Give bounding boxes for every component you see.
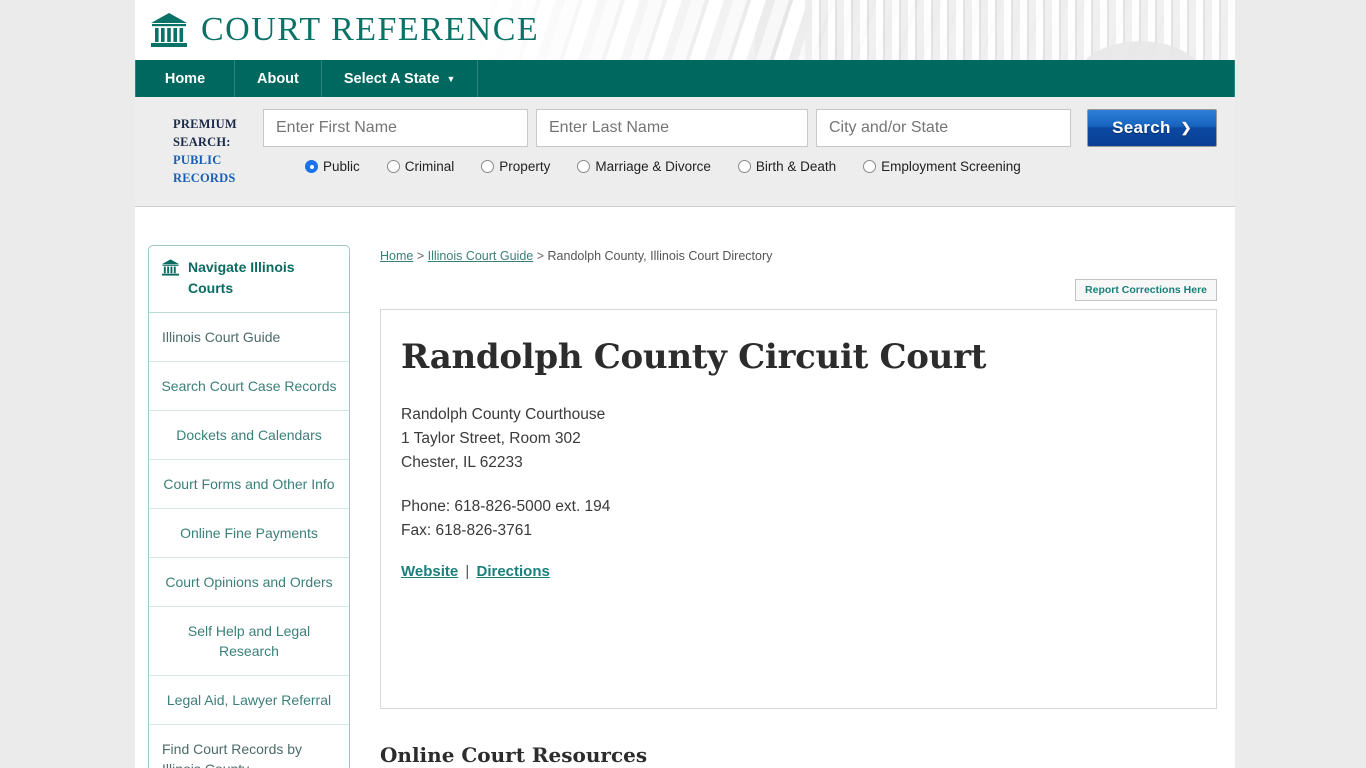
sidebar-item-dockets-and-calendars[interactable]: Dockets and Calendars <box>149 411 349 460</box>
courthouse-icon <box>149 10 189 50</box>
nav-label: About <box>257 70 299 87</box>
radio-option-criminal[interactable]: Criminal <box>386 159 455 174</box>
radio-option-employment-screening[interactable]: Employment Screening <box>863 159 1021 174</box>
nav-item-select-a-state[interactable]: Select A State ▼ <box>322 60 479 97</box>
sidebar-item-label: Search Court Case Records <box>161 378 337 394</box>
search-button[interactable]: Search ❯ <box>1087 109 1217 147</box>
sidebar-item-search-court-case-records[interactable]: Search Court Case Records <box>149 362 349 411</box>
website-link[interactable]: Website <box>401 563 458 580</box>
radio-dot[interactable] <box>863 160 877 173</box>
sidebar-item-legal-aid-lawyer-referral[interactable]: Legal Aid, Lawyer Referral <box>149 676 349 725</box>
sidebar-item-court-forms-and-other-info[interactable]: Court Forms and Other Info <box>149 460 349 509</box>
radio-label: Marriage & Divorce <box>595 159 711 174</box>
directions-link[interactable]: Directions <box>477 563 550 580</box>
sidebar-item-self-help-and-legal-research[interactable]: Self Help and Legal Research <box>149 607 349 676</box>
breadcrumb-home-link[interactable]: Home <box>380 249 413 263</box>
radio-label: Employment Screening <box>881 159 1021 174</box>
radio-label: Criminal <box>404 159 455 174</box>
radio-label: Property <box>499 159 551 174</box>
nav-item-home[interactable]: Home <box>135 60 235 97</box>
nav-label: Select A State <box>343 70 440 87</box>
premium-search-label: PREMIUM SEARCH: PUBLIC RECORDS <box>173 109 263 206</box>
radio-option-birth-death[interactable]: Birth & Death <box>737 159 837 174</box>
page-content: Navigate Illinois Courts Illinois Court … <box>135 207 1235 768</box>
link-separator: | <box>465 563 470 580</box>
court-street: 1 Taylor Street, Room 302 <box>401 430 581 447</box>
nav-spacer <box>478 60 1235 97</box>
main-column: Home > Illinois Court Guide > Randolph C… <box>350 207 1235 767</box>
site-title: COURT REFERENCE <box>201 11 540 48</box>
radio-dot[interactable] <box>386 160 400 173</box>
court-city-state-zip: Chester, IL 62233 <box>401 454 523 471</box>
navigate-courts-panel: Navigate Illinois Courts Illinois Court … <box>148 245 350 768</box>
city-state-input[interactable] <box>816 109 1071 147</box>
page-title: Randolph County Circuit Court <box>401 337 987 377</box>
premium-label-line4: RECORDS <box>173 171 236 185</box>
site-logo[interactable]: COURT REFERENCE <box>149 10 539 50</box>
nav-label: Home <box>164 70 206 87</box>
breadcrumb-current: Randolph County, Illinois Court Director… <box>547 249 773 263</box>
court-phone: Phone: 618-826-5000 ext. 194 <box>401 498 611 515</box>
sidebar-item-label: Online Fine Payments <box>180 525 318 541</box>
radio-dot[interactable] <box>481 160 495 173</box>
sidebar-item-label: Court Opinions and Orders <box>165 574 333 590</box>
court-address-block: Randolph County Courthouse 1 Taylor Stre… <box>401 403 1188 543</box>
report-corrections-button[interactable]: Report Corrections Here <box>1075 279 1217 301</box>
premium-label-line2: SEARCH: <box>173 135 231 149</box>
sidebar-item-online-fine-payments[interactable]: Online Fine Payments <box>149 509 349 558</box>
sidebar-item-label: Find Court Records by Illinois County <box>162 741 303 768</box>
sidebar-item-label: Dockets and Calendars <box>176 427 322 443</box>
court-links: Website | Directions <box>401 563 1188 580</box>
sidebar-item-label: Court Forms and Other Info <box>163 476 335 492</box>
sidebar-heading: Navigate Illinois Courts <box>149 246 349 313</box>
court-fax: Fax: 618-826-3761 <box>401 522 532 539</box>
site-masthead: COURT REFERENCE <box>135 0 1235 60</box>
radio-option-marriage-divorce[interactable]: Marriage & Divorce <box>577 159 711 174</box>
sidebar-item-label: Legal Aid, Lawyer Referral <box>166 692 332 708</box>
chevron-down-icon: ▼ <box>446 73 456 84</box>
main-navigation: Home About Select A State ▼ <box>135 60 1235 97</box>
radio-option-property[interactable]: Property <box>481 159 550 174</box>
breadcrumb-separator: > <box>416 249 425 263</box>
nav-item-about[interactable]: About <box>235 60 322 97</box>
courthouse-icon <box>161 257 180 283</box>
sidebar-heading-label: Navigate Illinois Courts <box>188 259 295 296</box>
search-button-label: Search <box>1112 118 1171 137</box>
breadcrumb: Home > Illinois Court Guide > Randolph C… <box>380 249 1217 263</box>
premium-label-line3: PUBLIC <box>173 153 222 167</box>
online-court-resources-heading: Online Court Resources <box>380 743 648 767</box>
first-name-input[interactable] <box>263 109 528 147</box>
sidebar-item-label: Self Help and Legal Research <box>187 623 311 659</box>
sidebar-item-label: Illinois Court Guide <box>162 329 281 345</box>
chevron-right-icon: ❯ <box>1180 120 1192 135</box>
court-building-name: Randolph County Courthouse <box>401 406 606 423</box>
page-root: COURT REFERENCE Home About Select A Stat… <box>0 0 1366 768</box>
search-field-row: Search ❯ <box>263 109 1217 147</box>
radio-dot[interactable] <box>737 160 751 173</box>
breadcrumb-separator: > <box>536 249 545 263</box>
radio-label: Birth & Death <box>755 159 837 174</box>
premium-label-line1: PREMIUM <box>173 117 237 131</box>
radio-label: Public <box>323 159 360 174</box>
last-name-input[interactable] <box>536 109 808 147</box>
sidebar-item-court-opinions-and-orders[interactable]: Court Opinions and Orders <box>149 558 349 607</box>
court-details-card: Randolph County Circuit Court Randolph C… <box>380 309 1217 709</box>
sidebar: Navigate Illinois Courts Illinois Court … <box>135 207 350 768</box>
search-category-radios: Public Criminal Property Marriage & Divo… <box>263 159 1217 174</box>
report-corrections-row: Report Corrections Here <box>380 279 1217 301</box>
radio-option-public[interactable]: Public <box>305 159 360 174</box>
address-spacer <box>401 475 1188 495</box>
radio-dot[interactable] <box>305 160 318 173</box>
radio-dot[interactable] <box>577 160 591 173</box>
search-fields: Search ❯ Public Criminal Pro <box>263 109 1217 206</box>
sidebar-item-illinois-court-guide[interactable]: Illinois Court Guide <box>149 313 349 362</box>
premium-search-bar: PREMIUM SEARCH: PUBLIC RECORDS Search ❯ <box>135 97 1235 207</box>
breadcrumb-illinois-court-guide-link[interactable]: Illinois Court Guide <box>428 249 534 263</box>
site-container: COURT REFERENCE Home About Select A Stat… <box>135 0 1235 768</box>
sidebar-item-find-court-records-by-illinois-county[interactable]: Find Court Records by Illinois County <box>149 725 349 768</box>
